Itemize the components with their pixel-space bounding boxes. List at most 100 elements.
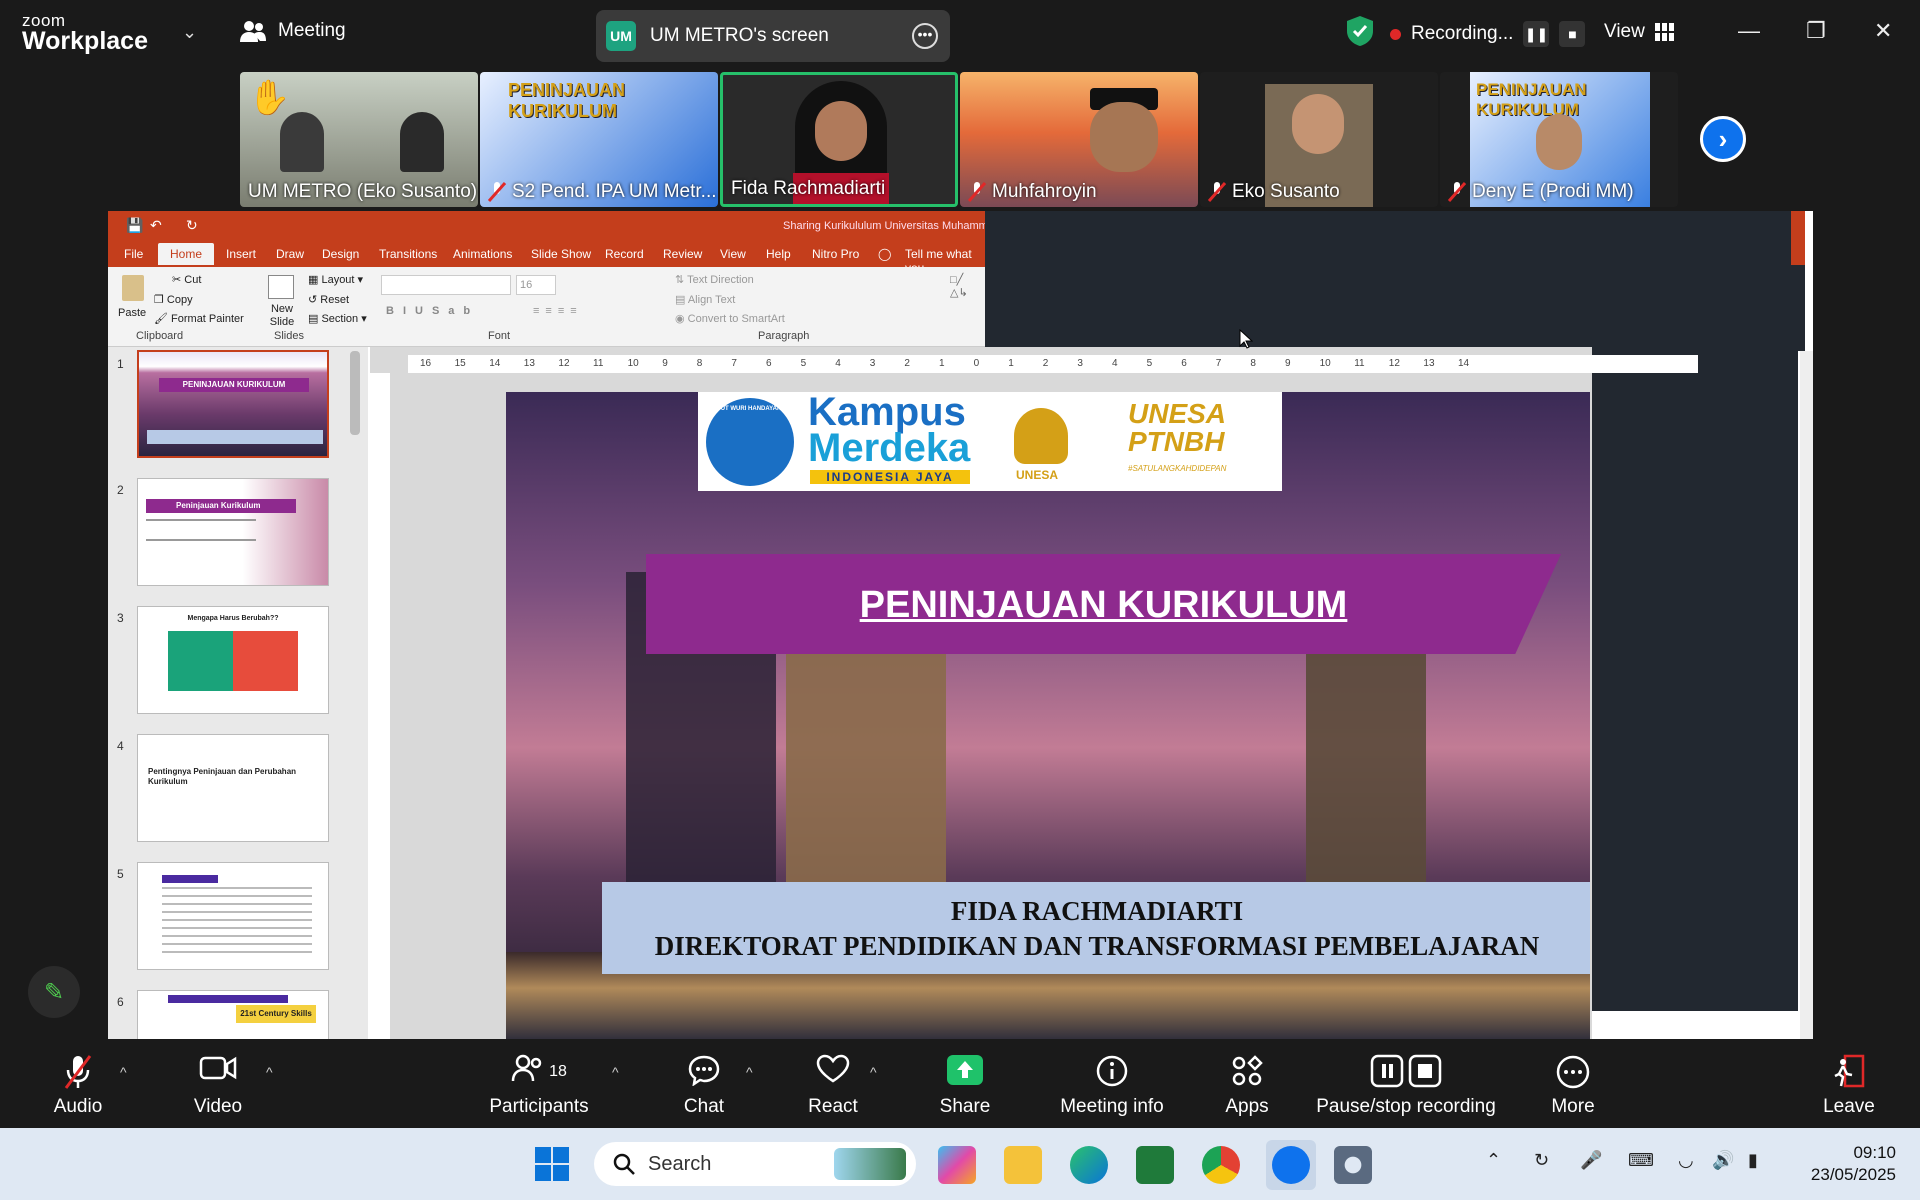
participant-tile[interactable]: PENINJAUAN KURIKULUM S2 Pend. IPA UM Met… xyxy=(480,72,718,207)
slide-thumbnail[interactable]: Pentingnya Peninjauan dan Perubahan Kuri… xyxy=(137,734,329,842)
shapes-gallery[interactable]: □╱ △↳ xyxy=(950,273,968,299)
tab-review[interactable]: Review xyxy=(663,247,702,261)
paste-label[interactable]: Paste xyxy=(118,307,146,319)
chevron-up-icon[interactable]: ^ xyxy=(746,1064,753,1080)
sticky-notes-icon[interactable] xyxy=(1136,1146,1174,1184)
undo-icon[interactable]: ↶ xyxy=(150,217,162,234)
pane-scrollbar[interactable] xyxy=(350,351,360,435)
share-button[interactable]: Share xyxy=(938,1054,992,1118)
participants-button[interactable]: 18 Participants xyxy=(486,1054,592,1118)
font-format-buttons[interactable]: BIUSab xyxy=(386,305,479,317)
view-button[interactable]: View xyxy=(1604,21,1675,43)
tab-file[interactable]: File xyxy=(124,247,143,261)
chevron-up-icon[interactable]: ^ xyxy=(612,1064,619,1080)
shield-check-icon[interactable] xyxy=(1347,16,1373,46)
keyboard-icon[interactable]: ⌨ xyxy=(1628,1150,1654,1171)
format-painter-button[interactable]: 🖌 Format Painter xyxy=(154,312,244,325)
stop-recording-icon[interactable]: ■ xyxy=(1559,21,1586,47)
annotate-pen-icon[interactable]: ✎ xyxy=(28,966,80,1018)
screen-share-pill[interactable]: UM UM METRO's screen ••• xyxy=(596,10,950,62)
participant-tile-active[interactable]: Fida Rachmadiarti xyxy=(720,72,958,207)
text-direction-button[interactable]: ⇅ Text Direction xyxy=(675,273,754,286)
participant-tile[interactable]: PENINJAUAN KURIKULUM Deny E (Prodi MM) xyxy=(1440,72,1678,207)
tab-nitro-pro[interactable]: Nitro Pro xyxy=(812,247,859,261)
restore-icon[interactable]: ❐ xyxy=(1806,18,1826,44)
volume-icon[interactable]: 🔊 xyxy=(1712,1150,1734,1171)
more-options-icon[interactable]: ••• xyxy=(912,23,938,49)
battery-icon[interactable]: ▮ xyxy=(1748,1150,1758,1171)
convert-smartart-button[interactable]: ◉ Convert to SmartArt xyxy=(675,312,785,325)
meeting-info-button[interactable]: Meeting info xyxy=(1058,1054,1166,1118)
close-icon[interactable]: ✕ xyxy=(1874,18,1892,44)
tab-draw[interactable]: Draw xyxy=(276,247,304,261)
person-face xyxy=(815,101,867,161)
chat-button[interactable]: Chat xyxy=(680,1054,728,1118)
section-button[interactable]: ▤ Section ▾ xyxy=(308,312,367,325)
reset-button[interactable]: ↺ Reset xyxy=(308,293,349,306)
pause-recording-icon[interactable]: ❚❚ xyxy=(1523,21,1550,47)
slide-thumbnail[interactable]: 21st Century Skills xyxy=(137,990,329,1039)
video-button[interactable]: Video xyxy=(186,1054,250,1118)
chevron-up-icon[interactable]: ⌃ xyxy=(1486,1150,1501,1171)
paste-icon[interactable] xyxy=(122,275,144,301)
microphone-icon[interactable]: 🎤 xyxy=(1580,1150,1602,1171)
wifi-icon[interactable]: ◡ xyxy=(1678,1150,1694,1171)
vertical-scrollbar[interactable] xyxy=(1800,351,1813,1039)
participant-tile[interactable]: Eko Susanto xyxy=(1200,72,1438,207)
tab-transitions[interactable]: Transitions xyxy=(379,247,437,261)
chevron-down-icon[interactable]: ⌄ xyxy=(182,22,197,43)
slide-thumbnail[interactable] xyxy=(137,862,329,970)
taskbar-clock[interactable]: 09:10 23/05/2025 xyxy=(1811,1142,1896,1186)
muted-mic-icon xyxy=(1207,182,1227,202)
tab-record[interactable]: Record xyxy=(605,247,644,261)
layout-button[interactable]: ▦ Layout ▾ xyxy=(308,273,363,286)
leave-button[interactable]: Leave xyxy=(1822,1054,1876,1118)
slide-thumbnail[interactable]: PENINJAUAN KURIKULUM xyxy=(137,350,329,458)
chevron-up-icon[interactable]: ^ xyxy=(120,1064,127,1080)
new-slide-icon[interactable] xyxy=(268,275,294,299)
chevron-up-icon[interactable]: ^ xyxy=(870,1064,877,1080)
tab-insert[interactable]: Insert xyxy=(226,247,256,261)
save-icon[interactable]: 💾 xyxy=(126,217,143,234)
new-slide-label[interactable]: New Slide xyxy=(260,303,304,329)
file-explorer-icon[interactable] xyxy=(1004,1146,1042,1184)
tab-view[interactable]: View xyxy=(720,247,746,261)
more-button[interactable]: More xyxy=(1546,1054,1600,1118)
zoom-taskbar-active[interactable] xyxy=(1266,1140,1316,1190)
copy-button[interactable]: ❐ Copy xyxy=(154,293,193,306)
windows-start-icon[interactable] xyxy=(534,1146,570,1182)
sync-icon[interactable]: ↻ xyxy=(1534,1150,1549,1171)
chevron-up-icon[interactable]: ^ xyxy=(266,1064,273,1080)
slide-thumbnail[interactable]: Mengapa Harus Berubah?? xyxy=(137,606,329,714)
edge-icon[interactable] xyxy=(1070,1146,1108,1184)
tab-help[interactable]: Help xyxy=(766,247,791,261)
participant-tile[interactable]: ✋ UM METRO (Eko Susanto) xyxy=(240,72,478,207)
current-slide[interactable]: TUT WURI HANDAYANI Kampus Merdeka INDONES… xyxy=(506,392,1590,1039)
tab-design[interactable]: Design xyxy=(322,247,359,261)
pause-stop-recording-button[interactable]: Pause/stop recording xyxy=(1316,1054,1496,1118)
meeting-menu[interactable]: Meeting xyxy=(240,20,346,42)
align-text-button[interactable]: ▤ Align Text xyxy=(675,293,735,306)
paragraph-align-buttons[interactable]: ≡≡≡≡ xyxy=(533,305,583,317)
minimize-icon[interactable]: — xyxy=(1738,18,1760,44)
audio-button[interactable]: Audio xyxy=(44,1054,112,1118)
settings-gear-icon[interactable] xyxy=(1334,1146,1372,1184)
apps-button[interactable]: Apps xyxy=(1222,1054,1272,1118)
font-size-select[interactable]: 16 xyxy=(516,275,556,295)
slide-thumbnail[interactable]: Peninjauan Kurikulum xyxy=(137,478,329,586)
next-page-button[interactable]: › xyxy=(1700,116,1746,162)
participant-tile[interactable]: Muhfahroyin xyxy=(960,72,1198,207)
copilot-icon[interactable] xyxy=(938,1146,976,1184)
participant-name: UM METRO (Eko Susanto) xyxy=(248,181,478,202)
tab-animations[interactable]: Animations xyxy=(453,247,512,261)
taskbar-search[interactable]: Search xyxy=(594,1142,916,1186)
search-icon xyxy=(613,1153,635,1175)
muted-mic-icon xyxy=(967,182,987,202)
tab-home[interactable]: Home xyxy=(158,243,215,265)
cut-button[interactable]: ✂ Cut xyxy=(172,273,201,286)
react-button[interactable]: React xyxy=(806,1054,860,1118)
font-family-select[interactable] xyxy=(381,275,511,295)
chrome-icon[interactable] xyxy=(1202,1146,1240,1184)
tab-slide-show[interactable]: Slide Show xyxy=(531,247,591,261)
redo-icon[interactable]: ↻ xyxy=(186,217,198,234)
